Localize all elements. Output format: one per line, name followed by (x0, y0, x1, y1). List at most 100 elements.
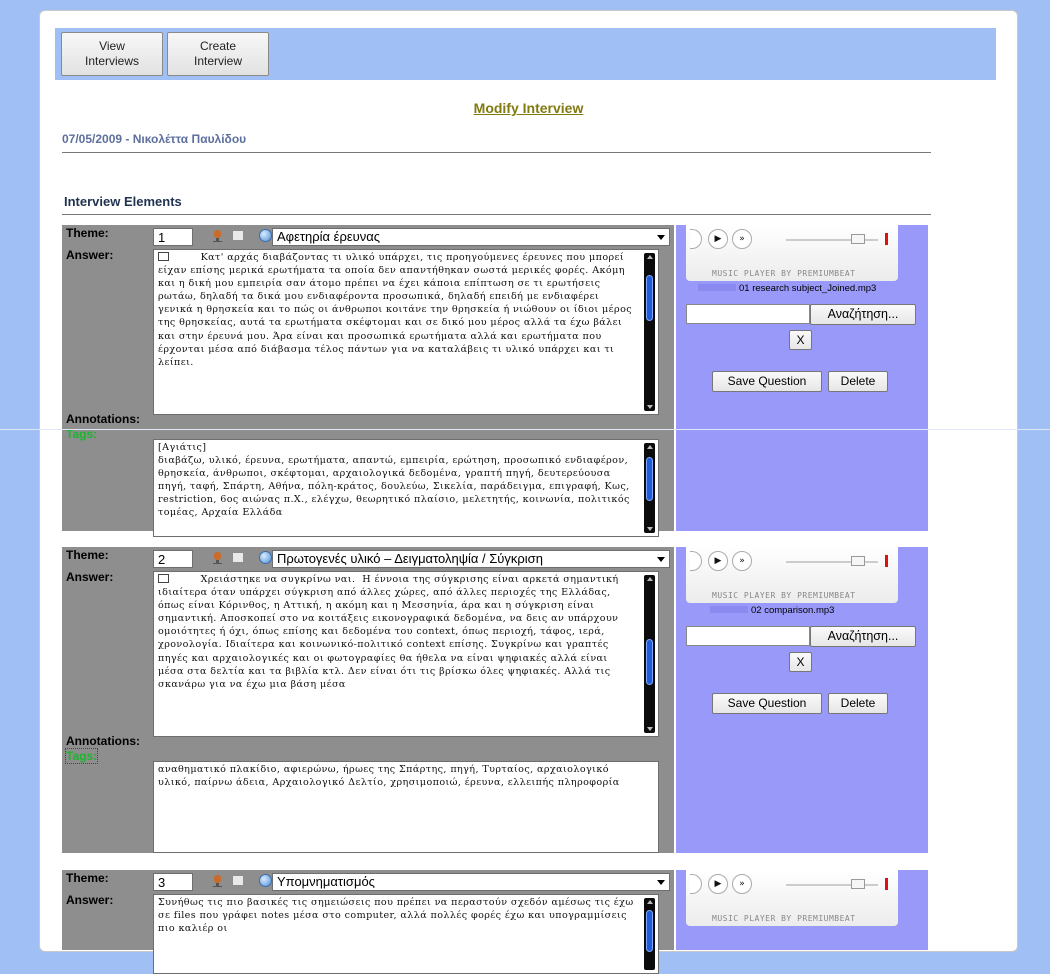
audio-file-name: 01 research subject_Joined.mp3 (698, 283, 928, 294)
scrollbar[interactable] (644, 253, 655, 411)
save-question-button[interactable]: Save Question (712, 371, 822, 392)
volume-knob[interactable] (851, 879, 865, 889)
audio-player: ▶ » MUSIC PLAYER BY PREMIUMBEAT (686, 870, 898, 926)
tags-text: [Αγιάτις] διαβάζω, υλικό, έρευνα, ερωτήμ… (158, 442, 630, 519)
theme-select[interactable]: Πρωτογενές υλικό – Δειγματοληψία / Σύγκρ… (272, 550, 670, 568)
scroll-down-icon[interactable] (647, 727, 653, 731)
theme-number-input[interactable]: 3 (153, 873, 193, 891)
question-form: Theme: 1 Αφετηρία έρευνας Answer: Κατ' α… (62, 225, 674, 537)
save-question-button[interactable]: Save Question (712, 693, 822, 714)
delete-button[interactable]: Delete (828, 371, 888, 392)
image-icon[interactable] (232, 230, 244, 241)
volume-marker (885, 878, 888, 890)
scroll-up-icon[interactable] (647, 255, 653, 259)
fast-forward-icon[interactable]: » (732, 874, 752, 894)
scroll-thumb[interactable] (646, 457, 653, 501)
help-icon[interactable] (259, 874, 272, 887)
player-edge (690, 874, 702, 894)
scroll-down-icon[interactable] (647, 527, 653, 531)
theme-select[interactable]: Αφετηρία έρευνας (272, 228, 670, 246)
theme-number-input[interactable]: 2 (153, 550, 193, 568)
theme-select-value: Πρωτογενές υλικό – Δειγματοληψία / Σύγκρ… (277, 551, 543, 566)
tags-textarea[interactable]: [Αγιάτις] διαβάζω, υλικό, έρευνα, ερωτήμ… (153, 439, 659, 537)
answer-textarea[interactable]: Συνήθως τις πιο βασικές τις σημειώσεις π… (153, 894, 659, 974)
file-path-input[interactable] (686, 626, 810, 646)
play-icon[interactable]: ▶ (708, 229, 728, 249)
help-icon[interactable] (259, 229, 272, 242)
nav-bar: View Interviews Create Interview (55, 28, 996, 80)
remove-file-button[interactable]: X (789, 652, 812, 672)
remove-file-button[interactable]: X (789, 330, 812, 350)
audio-player: ▶ » MUSIC PLAYER BY PREMIUMBEAT (686, 225, 898, 281)
page-title[interactable]: Modify Interview (40, 100, 1017, 116)
browse-button[interactable]: Αναζήτηση... (810, 626, 916, 647)
create-interview-button[interactable]: Create Interview (167, 32, 269, 76)
divider (62, 152, 931, 153)
play-icon[interactable]: ▶ (708, 551, 728, 571)
scroll-up-icon[interactable] (647, 577, 653, 581)
redacted-text (710, 606, 748, 613)
chevron-down-icon (657, 557, 665, 562)
help-icon[interactable] (259, 551, 272, 564)
tags-label[interactable]: Tags: (64, 748, 99, 764)
player-edge (690, 229, 702, 249)
volume-knob[interactable] (851, 234, 865, 244)
player-edge (690, 551, 702, 571)
fast-forward-icon[interactable]: » (732, 229, 752, 249)
file-name-text: 01 research subject_Joined.mp3 (739, 283, 877, 294)
tags-textarea[interactable]: αναθηματικό πλακίδιο, αφιερώνω, ήρωες τη… (153, 761, 659, 853)
answer-textarea[interactable]: Κατ' αρχάς διαβάζοντας τι υλικό υπάρχει,… (153, 249, 659, 415)
interview-meta: 07/05/2009 - Νικολέττα Παυλίδου (62, 132, 247, 146)
scroll-thumb[interactable] (646, 275, 653, 321)
media-panel: ▶ » MUSIC PLAYER BY PREMIUMBEAT 02 compa… (676, 547, 928, 853)
checkbox-icon[interactable] (158, 252, 169, 261)
scroll-thumb[interactable] (646, 639, 653, 685)
answer-label: Answer: (66, 570, 114, 584)
theme-label: Theme: (66, 226, 109, 240)
theme-select-value: Υπομνηματισμός (277, 874, 375, 889)
delete-button[interactable]: Delete (828, 693, 888, 714)
theme-select[interactable]: Υπομνηματισμός (272, 873, 670, 891)
volume-marker (885, 555, 888, 567)
scroll-thumb[interactable] (646, 910, 653, 952)
browse-button[interactable]: Αναζήτηση... (810, 304, 916, 325)
checkbox-icon[interactable] (158, 574, 169, 583)
fast-forward-icon[interactable]: » (732, 551, 752, 571)
audio-file-name: 02 comparison.mp3 (710, 605, 940, 616)
record-icon[interactable] (212, 875, 223, 887)
answer-text: Συνήθως τις πιο βασικές τις σημειώσεις π… (158, 897, 638, 935)
scrollbar[interactable] (644, 575, 655, 733)
screen-divider-line (0, 429, 1050, 430)
record-icon[interactable] (212, 230, 223, 242)
play-icon[interactable]: ▶ (708, 874, 728, 894)
scrollbar[interactable] (644, 443, 655, 533)
question-form: Theme: 2 Πρωτογενές υλικό – Δειγματοληψί… (62, 547, 674, 853)
scroll-up-icon[interactable] (647, 445, 653, 449)
annotations-label: Annotations: (66, 734, 140, 748)
answer-text: Κατ' αρχάς διαβάζοντας τι υλικό υπάρχει,… (158, 252, 636, 368)
record-icon[interactable] (212, 552, 223, 564)
answer-label: Answer: (66, 248, 114, 262)
image-icon[interactable] (232, 875, 244, 886)
scrollbar[interactable] (644, 898, 655, 970)
audio-player: ▶ » MUSIC PLAYER BY PREMIUMBEAT (686, 547, 898, 603)
file-path-input[interactable] (686, 304, 810, 324)
chevron-down-icon (657, 880, 665, 885)
divider (62, 214, 931, 215)
volume-marker (885, 233, 888, 245)
media-panel: ▶ » MUSIC PLAYER BY PREMIUMBEAT (676, 870, 928, 950)
image-icon[interactable] (232, 552, 244, 563)
theme-number-input[interactable]: 1 (153, 228, 193, 246)
media-panel: ▶ » MUSIC PLAYER BY PREMIUMBEAT 01 resea… (676, 225, 928, 531)
player-credit: MUSIC PLAYER BY PREMIUMBEAT (712, 269, 856, 278)
volume-knob[interactable] (851, 556, 865, 566)
scroll-up-icon[interactable] (647, 900, 653, 904)
main-panel: View Interviews Create Interview Modify … (39, 10, 1018, 974)
scroll-down-icon[interactable] (647, 405, 653, 409)
annotations-label: Annotations: (66, 412, 140, 426)
chevron-down-icon (657, 235, 665, 240)
view-interviews-button[interactable]: View Interviews (61, 32, 163, 76)
answer-textarea[interactable]: Χρειάστηκε να συγκρίνω ναι. Η έννοια της… (153, 571, 659, 737)
theme-label: Theme: (66, 548, 109, 562)
tags-text: αναθηματικό πλακίδιο, αφιερώνω, ήρωες τη… (158, 764, 620, 789)
